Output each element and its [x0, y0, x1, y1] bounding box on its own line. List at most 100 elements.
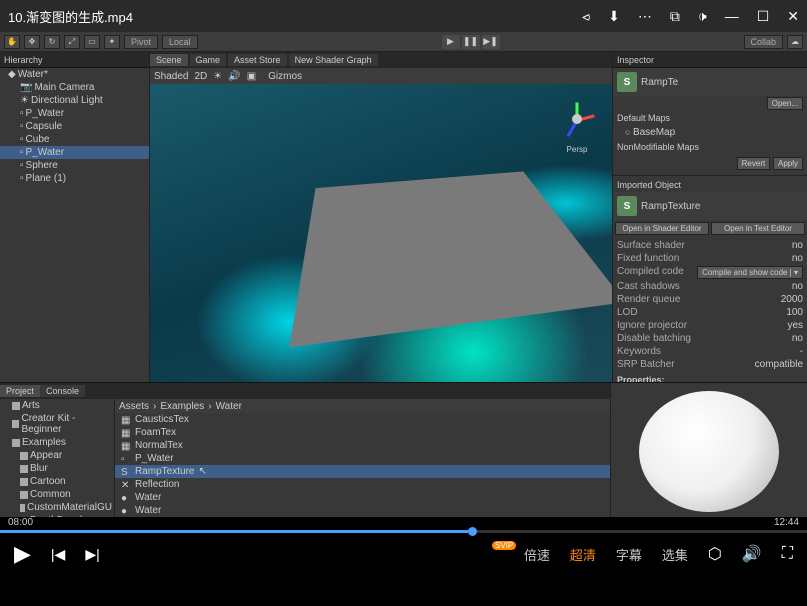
apply-button[interactable]: Apply — [773, 157, 803, 170]
file-item-selected[interactable]: SRampTexture ↖ — [115, 465, 610, 478]
file-item[interactable]: ▦FoamTex — [115, 426, 610, 439]
progress-bar[interactable] — [0, 530, 807, 533]
speed-button[interactable]: 倍速 — [524, 545, 550, 564]
tab-project[interactable]: Project — [0, 385, 40, 397]
tab-asset-store[interactable]: Asset Store — [228, 54, 287, 66]
file-item[interactable]: ●Water — [115, 491, 610, 504]
audio-icon[interactable]: 🔊 — [228, 71, 240, 82]
tab-scene[interactable]: Scene — [150, 54, 188, 66]
open-button[interactable]: Open... — [767, 97, 803, 110]
file-item[interactable]: ▦CausticsTex — [115, 413, 610, 426]
folder-item[interactable]: Appear — [0, 449, 114, 462]
hierarchy-item[interactable]: ▫Cube — [0, 133, 149, 146]
hand-tool-icon[interactable]: ✋ — [4, 35, 20, 49]
step-icon[interactable]: ▶❚ — [482, 35, 500, 49]
lighting-icon[interactable]: ☀ — [213, 71, 222, 82]
volume-icon[interactable]: 🔊 — [742, 544, 762, 564]
breadcrumb-item[interactable]: Examples — [160, 401, 204, 412]
file-item[interactable]: ▦NormalTex — [115, 439, 610, 452]
move-tool-icon[interactable]: ✥ — [24, 35, 40, 49]
hierarchy-item[interactable]: ▫Sphere — [0, 159, 149, 172]
open-shader-editor-button[interactable]: Open in Shader Editor — [615, 222, 709, 235]
folder-icon — [12, 420, 19, 428]
episodes-button[interactable]: 选集 — [662, 545, 688, 564]
quality-button[interactable]: 超清 — [570, 545, 596, 564]
tab-console[interactable]: Console — [40, 385, 85, 397]
settings-icon[interactable]: ⬡ — [708, 544, 722, 564]
gizmos-dropdown[interactable]: Gizmos — [268, 71, 302, 82]
hierarchy-item[interactable]: ☀Directional Light — [0, 94, 149, 107]
folder-icon — [20, 478, 28, 486]
download-icon[interactable]: ⬇ — [608, 8, 620, 25]
prev-button[interactable]: |◀ — [51, 546, 65, 563]
play-icon[interactable]: ▶ — [442, 35, 460, 49]
collab-button[interactable]: Collab — [744, 35, 784, 49]
folder-item[interactable]: CustomMaterialGU — [0, 501, 114, 514]
subtitle-button[interactable]: 字幕 — [616, 545, 642, 564]
folder-item[interactable]: Common — [0, 488, 114, 501]
hierarchy-item[interactable]: ▫P_Water — [0, 107, 149, 120]
scene-tabs: Scene Game Asset Store New Shader Graph — [150, 52, 612, 68]
more-icon[interactable]: ⋯ — [638, 8, 652, 25]
transform-tool-icon[interactable]: ✦ — [104, 35, 120, 49]
file-item[interactable]: ✕Reflection — [115, 478, 610, 491]
video-player-controls: 08:00 12:44 SVIP ▶ |◀ ▶| 倍速 超清 字幕 选集 ⬡ 🔊… — [0, 517, 807, 590]
video-title: 10.渐变图的生成.mp4 — [8, 7, 582, 26]
mode-2d-toggle[interactable]: 2D — [194, 71, 207, 82]
folder-item[interactable]: Creator Kit - Beginner — [0, 412, 114, 436]
fullscreen-icon[interactable]: ⛶ — [782, 545, 793, 563]
bottom-panels: Project Console Arts Creator Kit - Begin… — [0, 382, 807, 533]
play-button[interactable]: ▶ — [14, 541, 31, 567]
maximize-icon[interactable]: ☐ — [757, 8, 770, 25]
cloud-icon[interactable]: ☁ — [787, 35, 803, 49]
folder-item[interactable]: Examples — [0, 436, 114, 449]
breadcrumb-item[interactable]: Water — [216, 401, 242, 412]
hierarchy-item-selected[interactable]: ▫P_Water — [0, 146, 149, 159]
file-item[interactable]: ▫P_Water — [115, 452, 610, 465]
breadcrumb: Assets› Examples› Water — [115, 399, 610, 413]
pip-icon[interactable]: ⧉ — [670, 8, 680, 25]
scene-root[interactable]: ◆ Water* — [0, 68, 149, 81]
open-text-editor-button[interactable]: Open in Text Editor — [711, 222, 805, 235]
gameobject-icon: ▫ — [20, 108, 24, 119]
gameobject-icon: ▫ — [20, 134, 24, 145]
scene-viewport[interactable]: Persp — [150, 84, 612, 382]
pause-icon[interactable]: ❚❚ — [462, 35, 480, 49]
hierarchy-item[interactable]: ▫Capsule — [0, 120, 149, 133]
revert-button[interactable]: Revert — [737, 157, 771, 170]
hierarchy-item[interactable]: ▫Plane (1) — [0, 172, 149, 185]
minimize-icon[interactable]: — — [725, 8, 739, 24]
local-toggle[interactable]: Local — [162, 35, 198, 49]
compile-code-button[interactable]: Compile and show code | ▾ — [697, 266, 803, 279]
inspector-header: S RampTe — [613, 68, 807, 96]
share-icon[interactable]: ⪦ — [582, 8, 590, 25]
mute-icon[interactable]: 🕩 — [698, 8, 707, 25]
progress-handle[interactable] — [468, 527, 477, 536]
close-icon[interactable]: ✕ — [787, 8, 799, 25]
folder-item[interactable]: Cartoon — [0, 475, 114, 488]
folder-icon — [20, 452, 28, 460]
folder-item[interactable]: Arts — [0, 399, 114, 412]
rect-tool-icon[interactable]: ▭ — [84, 35, 100, 49]
inspector-tab[interactable]: Inspector — [613, 52, 807, 68]
hierarchy-item[interactable]: 📷Main Camera — [0, 81, 149, 94]
shader-icon: S — [121, 467, 131, 477]
fx-icon[interactable]: ▣ — [247, 71, 256, 82]
shader-properties: Surface shaderno Fixed functionno Compil… — [613, 237, 807, 373]
orientation-gizmo[interactable]: Persp — [552, 94, 602, 144]
file-item[interactable]: ●Water — [115, 504, 610, 517]
folder-item[interactable]: Blur — [0, 462, 114, 475]
breadcrumb-item[interactable]: Assets — [119, 401, 149, 412]
tab-shader-graph[interactable]: New Shader Graph — [289, 54, 378, 66]
unity-editor: ✋ ✥ ↻ ⤢ ▭ ✦ Pivot Local ▶ ❚❚ ▶❚ Collab ☁… — [0, 32, 807, 533]
next-button[interactable]: ▶| — [85, 546, 99, 563]
imported-name: RampTexture — [641, 201, 700, 212]
scale-tool-icon[interactable]: ⤢ — [64, 35, 80, 49]
material-preview[interactable] — [639, 391, 779, 512]
rotate-tool-icon[interactable]: ↻ — [44, 35, 60, 49]
shaded-dropdown[interactable]: Shaded — [154, 71, 188, 82]
properties-header: Properties: — [613, 373, 807, 382]
pivot-toggle[interactable]: Pivot — [124, 35, 158, 49]
tab-game[interactable]: Game — [190, 54, 227, 66]
hierarchy-tab[interactable]: Hierarchy — [0, 52, 149, 68]
